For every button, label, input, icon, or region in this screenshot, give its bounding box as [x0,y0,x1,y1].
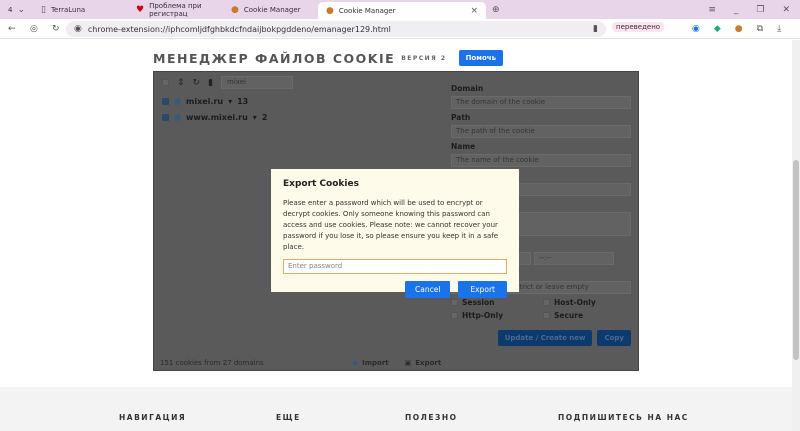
domain-item[interactable]: mixei.ru ▾ 13 [154,93,444,109]
cancel-button[interactable]: Cancel [405,281,451,298]
name-input[interactable]: The name of the cookie [451,154,631,167]
scrollbar[interactable] [792,40,800,431]
tab-label: Проблема при регистрац [149,1,202,18]
extension-icon: ◉ [74,24,82,34]
tab-cookie-manager-active[interactable]: ● Cookie Manager × [318,2,487,19]
cookie-count: 13 [237,96,249,106]
domain-name: mixei.ru [186,96,224,106]
globe-icon [174,97,181,105]
shield-icon[interactable]: ◎ [30,24,38,34]
new-tab-icon[interactable]: ⊕ [492,5,500,15]
tab-count: 4 [8,5,13,14]
trash-icon[interactable]: ▮ [208,78,213,88]
cookie-count: 2 [261,112,268,122]
status-text: 151 cookies from 27 domains [160,359,264,367]
globe-icon [174,113,181,121]
checkbox-label: Host-Only [554,298,596,307]
host-only-checkbox[interactable]: Host-Only [543,298,631,307]
footer-heading: ПОЛЕЗНО [405,413,458,422]
help-button[interactable]: Помочь [458,50,504,66]
url-text: chrome-extension://iphcomljdfghbkdcfndai… [87,24,391,34]
session-checkbox[interactable]: Session [451,298,539,307]
checkbox-label: Secure [554,311,584,320]
version-text: ВЕРСИЯ 2 [401,54,447,62]
chevron-down-icon: ⌄ [17,4,26,15]
extensions-icon[interactable]: ⧉ [757,24,763,34]
url-field[interactable]: ◉ chrome-extension://iphcomljdfghbkdcfnd… [66,21,606,37]
checkbox-label: Http-Only [462,311,504,320]
close-window-icon[interactable]: ✕ [782,5,790,15]
cookie-icon: ● [231,4,239,15]
scrollbar-thumb[interactable] [793,160,799,360]
heart-icon: ♥ [136,4,145,15]
footer-heading: ПОДПИШИТЕСЬ НА НАС [558,413,689,422]
domain-label: Domain [451,84,484,93]
address-bar-row: ← ◎ ↻ ◉ chrome-extension://iphcomljdfghb… [0,19,800,39]
reload-icon[interactable]: ↻ [52,24,60,34]
checkbox[interactable] [162,97,169,105]
tab-cookie-manager[interactable]: ● Cookie Manager [223,1,318,18]
select-all-checkbox[interactable] [162,79,169,86]
refresh-icon[interactable]: ↻ [193,78,201,88]
update-create-button[interactable]: Update / Create new [497,330,593,346]
cookie-extension-icon[interactable]: ● [735,24,743,34]
copy-button[interactable]: Copy [597,330,631,346]
domain-item[interactable]: www.mixei.ru ▾ 2 [154,109,444,125]
checkbox-label: Session [462,298,495,307]
tab-label: Cookie Manager [338,6,396,15]
restore-icon[interactable]: ❐ [756,5,764,15]
title-text: МЕНЕДЖЕР ФАЙЛОВ COOKIE [153,50,396,66]
domain-input[interactable]: The domain of the cookie [451,96,631,109]
checkbox[interactable] [162,113,169,121]
dialog-text: Please enter a password which will be us… [283,199,499,251]
export-cookies-dialog: Export Cookies Please enter a password w… [271,169,519,298]
path-label: Path [451,113,471,122]
translate-badge[interactable]: переведено [612,22,665,32]
dialog-title: Export Cookies [283,179,359,189]
sort-icon[interactable]: ⇕ [177,78,185,88]
bookmark-icon[interactable]: ▮ [593,24,598,34]
cookie-icon: ● [326,5,334,16]
domain-name: www.mixei.ru [186,112,248,122]
extension-blue-icon[interactable]: ◉ [692,24,700,34]
tab-label: TerraLuna [50,5,86,14]
flags: Session Host-Only Http-Only Secure [451,298,631,320]
export-label: Export [415,359,442,367]
tab-terraluna[interactable]: ▯ TerraLuna [33,1,128,18]
download-icon[interactable]: ⤓ [777,24,781,34]
name-label: Name [451,142,476,151]
password-input[interactable]: Enter password [283,259,507,274]
import-icon: ● [352,359,359,367]
page-icon: ▯ [41,4,46,15]
tab-problem[interactable]: ♥ Проблема при регистрац [128,1,223,18]
footer-heading: НАВИГАЦИЯ [119,413,187,422]
import-button[interactable]: ● Import [352,359,389,367]
footer-heading: ЕЩЕ [276,413,301,422]
site-footer: НАВИГАЦИЯ ЕЩЕ ПОЛЕЗНО ПОДПИШИТЕСЬ НА НАС [0,387,792,431]
secure-checkbox[interactable]: Secure [543,311,631,320]
list-toolbar: ⇕ ↻ ▮ mixei [154,72,444,93]
caret-down-icon[interactable]: ▾ [253,113,257,122]
tab-counter[interactable]: 4 ⌄ [0,1,33,18]
tab-bar: 4 ⌄ ▯ TerraLuna ♥ Проблема при регистрац ● C… [0,0,800,19]
time-input[interactable]: --:-- [534,252,614,265]
close-icon[interactable]: × [470,6,478,16]
minimize-icon[interactable]: _ [734,5,739,15]
import-label: Import [362,359,389,367]
menu-icon[interactable]: ≡ [708,5,716,15]
status-bar: 151 cookies from 27 domains ● Import ▣ Exp… [154,354,444,372]
extension-green-icon[interactable]: ◆ [714,24,721,34]
page-title: МЕНЕДЖЕР ФАЙЛОВ COOKIE ВЕРСИЯ 2 Помочь [153,50,504,66]
http-only-checkbox[interactable]: Http-Only [451,311,539,320]
translated-label: переведено [616,23,661,31]
export-button[interactable]: ▣ Export [405,359,442,367]
path-input[interactable]: The path of the cookie [451,125,631,138]
caret-down-icon[interactable]: ▾ [228,97,232,106]
export-button[interactable]: Export [458,281,507,298]
tab-label: Cookie Manager [243,5,301,14]
save-icon: ▣ [404,359,412,367]
back-icon[interactable]: ← [8,24,16,34]
search-input[interactable]: mixei [221,76,294,89]
